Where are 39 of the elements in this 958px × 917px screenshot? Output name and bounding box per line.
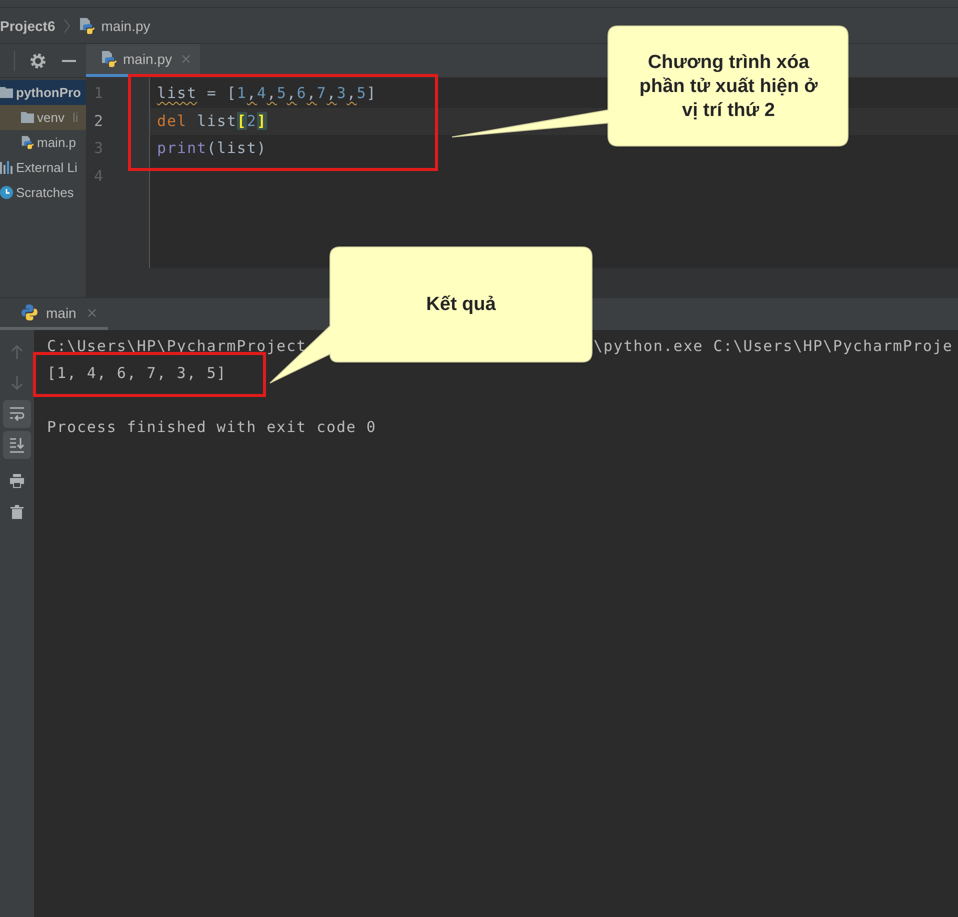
folder-icon [21,111,34,124]
console-text: \python.exe C:\Users\HP\PycharmProje [594,336,953,357]
tree-item[interactable]: main.p [0,130,86,155]
tree-item[interactable]: External Li [0,155,86,180]
toolbar-button[interactable] [3,431,31,459]
chevron-icon [64,18,70,32]
close-icon[interactable] [88,308,96,316]
code-line: list = [1,4,5,6,7,3,5] [157,84,377,102]
soft-wrap-icon [9,406,25,422]
scroll-to-end-icon [9,437,25,453]
console-text: [1, 4, 6, 7, 3, 5] [47,363,227,384]
tree-item-hint: li [72,110,78,125]
python-file-icon [79,18,96,34]
breadcrumb-item[interactable]: Project6 [0,18,56,34]
code-line: del list[2] [157,112,267,130]
line-number: 2 [93,110,104,132]
editor-tab[interactable]: main.py [86,44,200,77]
tree-item[interactable]: venv li [0,105,86,130]
console-text: C:\Users\HP\PycharmProject [47,336,306,357]
trash-icon [9,504,25,520]
python-file-icon [101,51,117,67]
settings-icon[interactable] [30,52,46,68]
breadcrumb-item[interactable]: main.py [101,18,150,34]
printer-icon [9,473,25,489]
tree-item[interactable]: Scratches [0,180,86,205]
library-icon [0,161,13,174]
code-line: print(list) [157,139,267,157]
folder-icon [0,86,13,99]
minus-icon[interactable] [62,60,76,62]
down-arrow-icon [9,375,25,391]
clock-icon [0,186,13,199]
tree-item[interactable]: pythonPro [0,80,86,105]
callout-text: Kết quả [425,293,497,317]
up-arrow-icon [9,344,25,360]
callout-text: Chương trình xóa phần tử xuất hiện ở vị trí thứ 2 [638,51,819,123]
python-logo-icon [21,304,38,321]
console-text: Process finished with exit code 0 [47,417,376,438]
toolbar-button[interactable] [3,400,31,428]
python-file-icon [21,136,34,149]
